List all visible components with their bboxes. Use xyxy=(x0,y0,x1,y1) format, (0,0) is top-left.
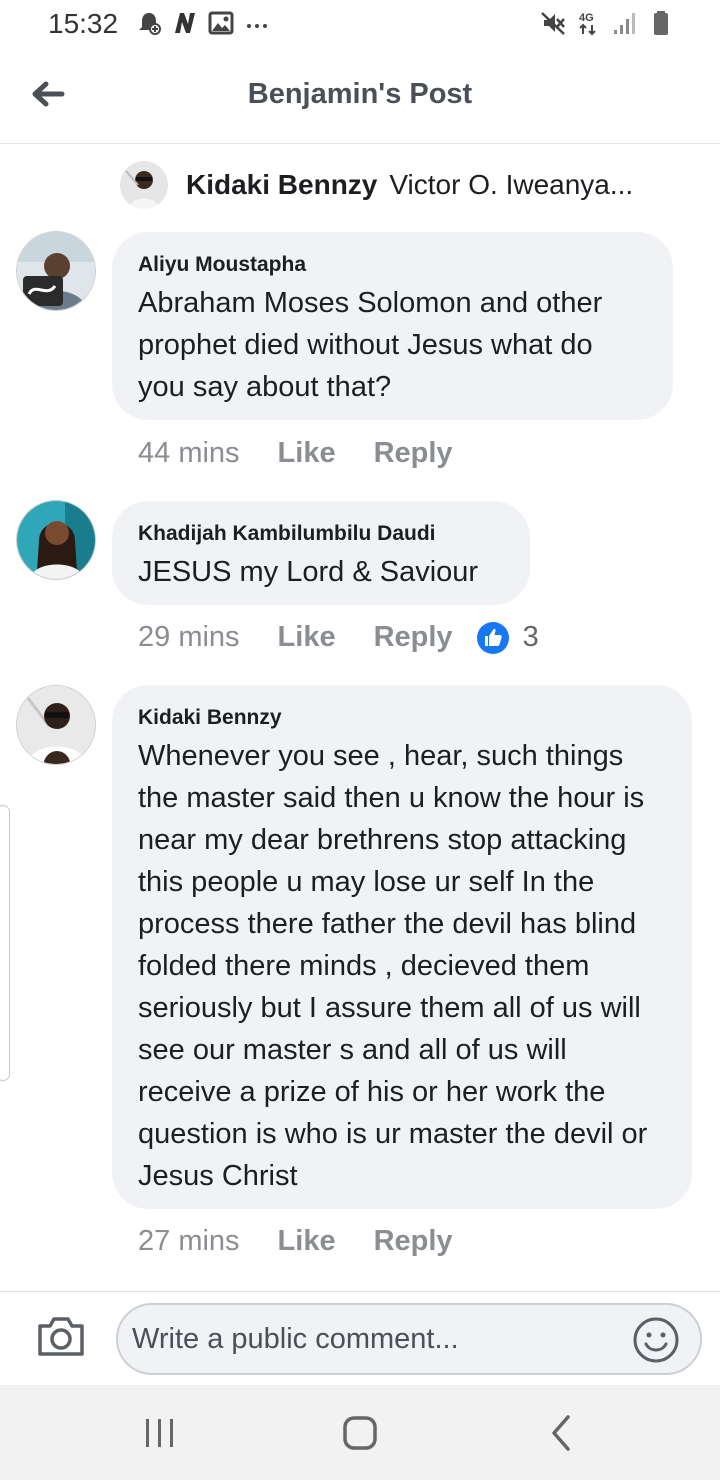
avatar-image xyxy=(120,161,168,209)
status-bar: 15:32 4G xyxy=(0,0,720,50)
avatar[interactable] xyxy=(16,231,96,311)
svg-text:4G: 4G xyxy=(579,12,594,24)
reply-preview[interactable]: Kidaki Bennzy Victor O. Iweanya... xyxy=(120,159,633,211)
reply-button[interactable]: Reply xyxy=(374,437,453,470)
comment-actions: 27 mins Like Reply xyxy=(138,1225,453,1258)
thumbs-up-icon xyxy=(476,621,509,654)
avatar-image xyxy=(17,232,95,310)
mute-icon xyxy=(541,12,565,35)
notification-icon xyxy=(139,13,161,35)
reply-preview-author[interactable]: Kidaki Bennzy xyxy=(186,169,377,201)
status-left-icons xyxy=(136,10,270,36)
reaction-summary[interactable]: 3 xyxy=(476,621,539,654)
avatar[interactable] xyxy=(16,500,96,580)
comments-feed[interactable]: Kidaki Bennzy Victor O. Iweanya... Aliyu… xyxy=(0,145,720,1291)
comment-author[interactable]: Kidaki Bennzy xyxy=(138,705,666,731)
edge-panel-handle[interactable] xyxy=(0,805,10,1081)
avatar-image xyxy=(17,501,95,579)
reply-preview-text: Victor O. Iweanya... xyxy=(389,169,634,200)
more-dots-icon xyxy=(247,24,267,28)
n-logo-icon xyxy=(175,13,195,33)
emoji-icon[interactable] xyxy=(632,1316,680,1364)
avatar[interactable] xyxy=(16,685,96,765)
comment-text: Abraham Moses Solomon and other prophet … xyxy=(138,287,603,403)
system-nav-bar xyxy=(0,1385,720,1480)
status-time: 15:32 xyxy=(48,8,119,39)
comment-author[interactable]: Aliyu Moustapha xyxy=(138,252,647,278)
reaction-count: 3 xyxy=(522,621,539,653)
comment-text: JESUS my Lord & Saviour xyxy=(138,556,479,588)
comment-input[interactable] xyxy=(116,1303,702,1375)
comment-bubble[interactable]: Aliyu Moustapha Abraham Moses Solomon an… xyxy=(112,232,673,420)
comment-bubble[interactable]: Kidaki Bennzy Whenever you see , hear, s… xyxy=(112,685,692,1209)
comment-composer xyxy=(0,1291,720,1385)
comment-bubble[interactable]: Khadijah Kambilumbilu Daudi JESUS my Lor… xyxy=(112,501,530,605)
reply-button[interactable]: Reply xyxy=(374,1225,453,1258)
avatar-image xyxy=(17,686,95,764)
comment-author[interactable]: Khadijah Kambilumbilu Daudi xyxy=(138,521,504,547)
comment-actions: 44 mins Like Reply xyxy=(138,437,453,470)
post-header: Benjamin's Post xyxy=(0,50,720,144)
recent-apps-icon[interactable] xyxy=(140,1413,180,1453)
camera-icon[interactable] xyxy=(36,1314,86,1358)
comment-time[interactable]: 27 mins xyxy=(138,1225,240,1258)
page-title: Benjamin's Post xyxy=(247,78,473,110)
like-button[interactable]: Like xyxy=(278,437,336,470)
back-icon[interactable] xyxy=(542,1413,582,1453)
like-button[interactable]: Like xyxy=(278,621,336,654)
battery-icon xyxy=(654,11,668,35)
comment-time[interactable]: 29 mins xyxy=(138,621,240,654)
avatar[interactable] xyxy=(120,161,168,209)
reply-button[interactable]: Reply xyxy=(374,621,453,654)
comment-text: Whenever you see , hear, such things the… xyxy=(138,740,648,1192)
image-icon xyxy=(208,11,234,35)
status-right-icons: 4G xyxy=(540,10,674,36)
signal-icon xyxy=(614,13,635,34)
network-4g-icon: 4G xyxy=(579,12,596,36)
comment-actions: 29 mins Like Reply 3 xyxy=(138,621,539,654)
like-button[interactable]: Like xyxy=(278,1225,336,1258)
comment-time[interactable]: 44 mins xyxy=(138,437,240,470)
home-icon[interactable] xyxy=(340,1413,380,1453)
